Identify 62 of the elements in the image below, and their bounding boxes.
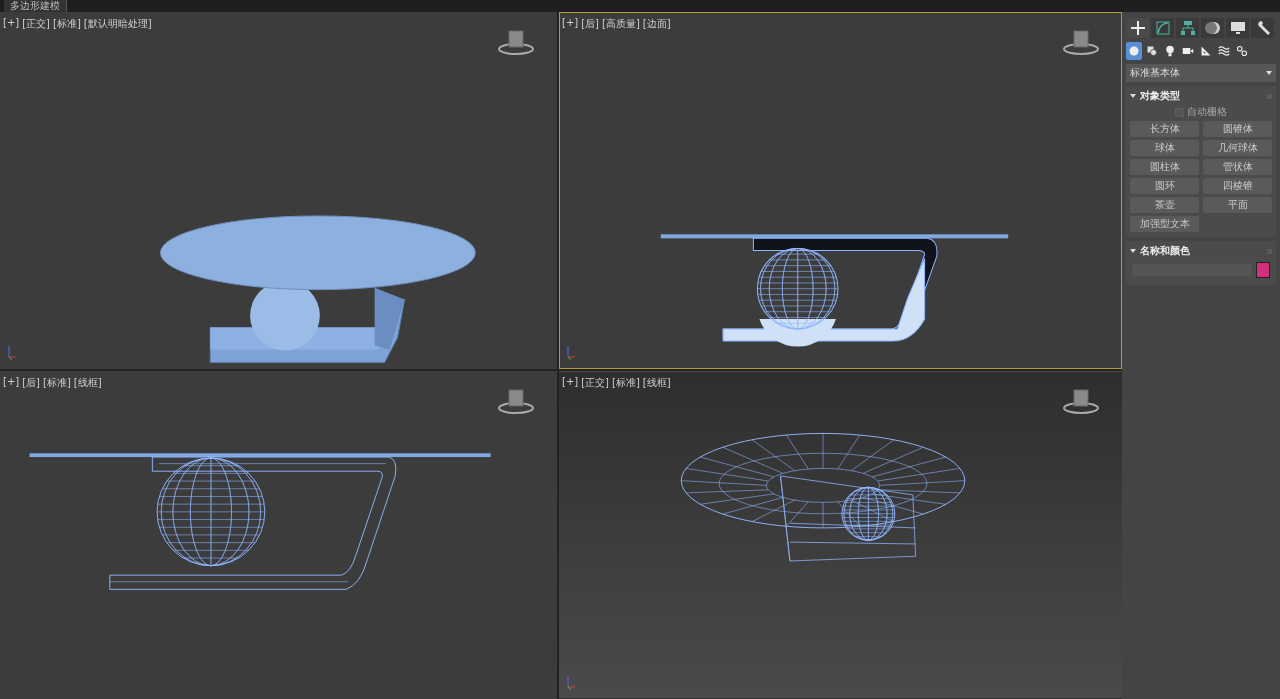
command-tab[interactable] xyxy=(1176,18,1199,38)
viewport-label[interactable]: [后] xyxy=(581,17,599,31)
circle-icon xyxy=(1204,20,1221,36)
category-dropdown[interactable]: 标准基本体 xyxy=(1126,64,1276,82)
object-type-button[interactable]: 管状体 xyxy=(1203,159,1272,175)
object-type-button[interactable]: 长方体 xyxy=(1130,121,1199,137)
viewport-label[interactable]: [默认明暗处理] xyxy=(83,17,152,31)
command-tab[interactable] xyxy=(1151,18,1174,38)
viewport[interactable]: [+] [正交] [标准] [默认明暗处理] xyxy=(0,12,557,369)
monitor-icon xyxy=(1229,20,1246,36)
viewcube-icon[interactable] xyxy=(1063,29,1099,55)
viewport-label[interactable]: [标准] xyxy=(43,376,71,390)
viewport-label[interactable]: [+] xyxy=(3,376,20,390)
object-type-button[interactable]: 平面 xyxy=(1203,197,1272,213)
hierarchy-icon xyxy=(1179,20,1196,36)
viewport-label[interactable]: [+] xyxy=(562,376,579,390)
viewcube-icon[interactable] xyxy=(498,29,534,55)
shapes-icon xyxy=(1146,45,1158,57)
viewcube-icon[interactable] xyxy=(498,388,534,414)
sphere-icon xyxy=(1128,45,1140,57)
viewport-label[interactable]: [+] xyxy=(562,17,579,31)
color-swatch[interactable] xyxy=(1256,262,1270,278)
object-type-button[interactable]: 圆环 xyxy=(1130,178,1199,194)
command-tab[interactable] xyxy=(1201,18,1224,38)
viewport-label[interactable]: [线框] xyxy=(642,376,671,390)
viewport[interactable]: [+] [后] [标准] [线框] xyxy=(0,371,557,699)
viewport-label[interactable]: [边面] xyxy=(642,17,671,31)
plus-icon xyxy=(1129,20,1146,36)
object-type-button[interactable]: 球体 xyxy=(1130,140,1199,156)
command-tab[interactable] xyxy=(1126,18,1149,38)
bulb-icon xyxy=(1164,45,1176,57)
object-type-button[interactable]: 四棱锥 xyxy=(1203,178,1272,194)
collapse-icon[interactable] xyxy=(1130,94,1136,98)
viewport-label[interactable]: [后] xyxy=(22,376,40,390)
checkbox-label: 自动栅格 xyxy=(1187,105,1227,119)
viewport-label[interactable]: [线框] xyxy=(73,376,102,390)
object-type-button[interactable]: 几何球体 xyxy=(1203,140,1272,156)
rollout-title[interactable]: 对象类型 xyxy=(1140,89,1263,103)
object-type-button[interactable]: 圆柱体 xyxy=(1130,159,1199,175)
object-type-button[interactable]: 茶壶 xyxy=(1130,197,1199,213)
caret-icon xyxy=(1266,71,1272,75)
viewport-label[interactable]: [标准] xyxy=(612,376,640,390)
ruler-icon xyxy=(1200,45,1212,57)
command-tab[interactable] xyxy=(1226,18,1249,38)
viewport[interactable]: [+] [后] [高质量] [边面] xyxy=(559,12,1122,369)
viewcube-icon[interactable] xyxy=(1063,388,1099,414)
collapse-icon[interactable] xyxy=(1130,249,1136,253)
object-type-button[interactable]: 加强型文本 xyxy=(1130,216,1199,232)
rollout-title[interactable]: 名称和颜色 xyxy=(1140,244,1263,258)
viewport-label[interactable]: [高质量] xyxy=(602,17,640,31)
viewport-label[interactable]: [正交] xyxy=(581,376,609,390)
viewport-label[interactable]: [+] xyxy=(3,17,20,31)
gears-icon xyxy=(1236,45,1248,57)
viewport-label[interactable]: [标准] xyxy=(53,17,81,31)
viewport[interactable]: [+] [正交] [标准] [线框] xyxy=(559,371,1122,699)
ribbon-tab[interactable]: 多边形建模 xyxy=(4,0,67,12)
command-tab[interactable] xyxy=(1251,18,1274,38)
object-type-button[interactable]: 圆锥体 xyxy=(1203,121,1272,137)
camera-icon xyxy=(1182,45,1194,57)
waves-icon xyxy=(1218,45,1230,57)
viewport-label[interactable]: [正交] xyxy=(22,17,50,31)
curve-icon xyxy=(1154,20,1171,36)
